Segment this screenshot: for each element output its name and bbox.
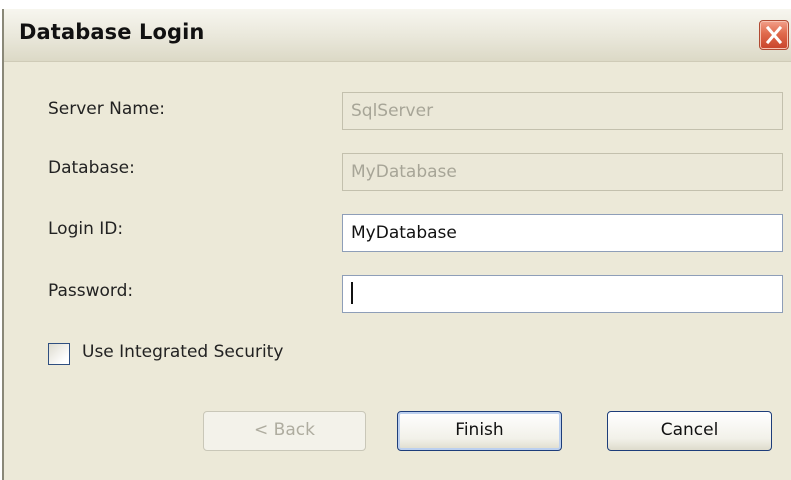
close-button[interactable] [759, 20, 789, 50]
database-login-dialog: Database Login Server Name: SqlServer Da… [2, 9, 791, 480]
database-value: MyDatabase [351, 162, 457, 182]
server-name-value: SqlServer [351, 101, 434, 121]
text-caret [351, 281, 353, 304]
finish-button[interactable]: Finish [397, 411, 562, 451]
database-label: Database: [48, 158, 135, 178]
login-id-field[interactable]: MyDatabase [342, 214, 783, 252]
database-field: MyDatabase [342, 153, 783, 191]
back-button[interactable]: < Back [203, 411, 366, 451]
login-id-value: MyDatabase [351, 223, 457, 243]
close-icon [765, 25, 783, 45]
server-name-field: SqlServer [342, 92, 783, 130]
integrated-security-checkbox[interactable] [48, 343, 70, 365]
password-field[interactable] [342, 275, 783, 313]
dialog-title: Database Login [19, 20, 205, 44]
server-name-label: Server Name: [48, 99, 166, 119]
title-bar[interactable]: Database Login [4, 9, 791, 62]
password-label: Password: [48, 281, 134, 301]
cancel-button[interactable]: Cancel [607, 411, 772, 451]
integrated-security-label[interactable]: Use Integrated Security [82, 342, 283, 362]
login-id-label: Login ID: [48, 219, 124, 239]
